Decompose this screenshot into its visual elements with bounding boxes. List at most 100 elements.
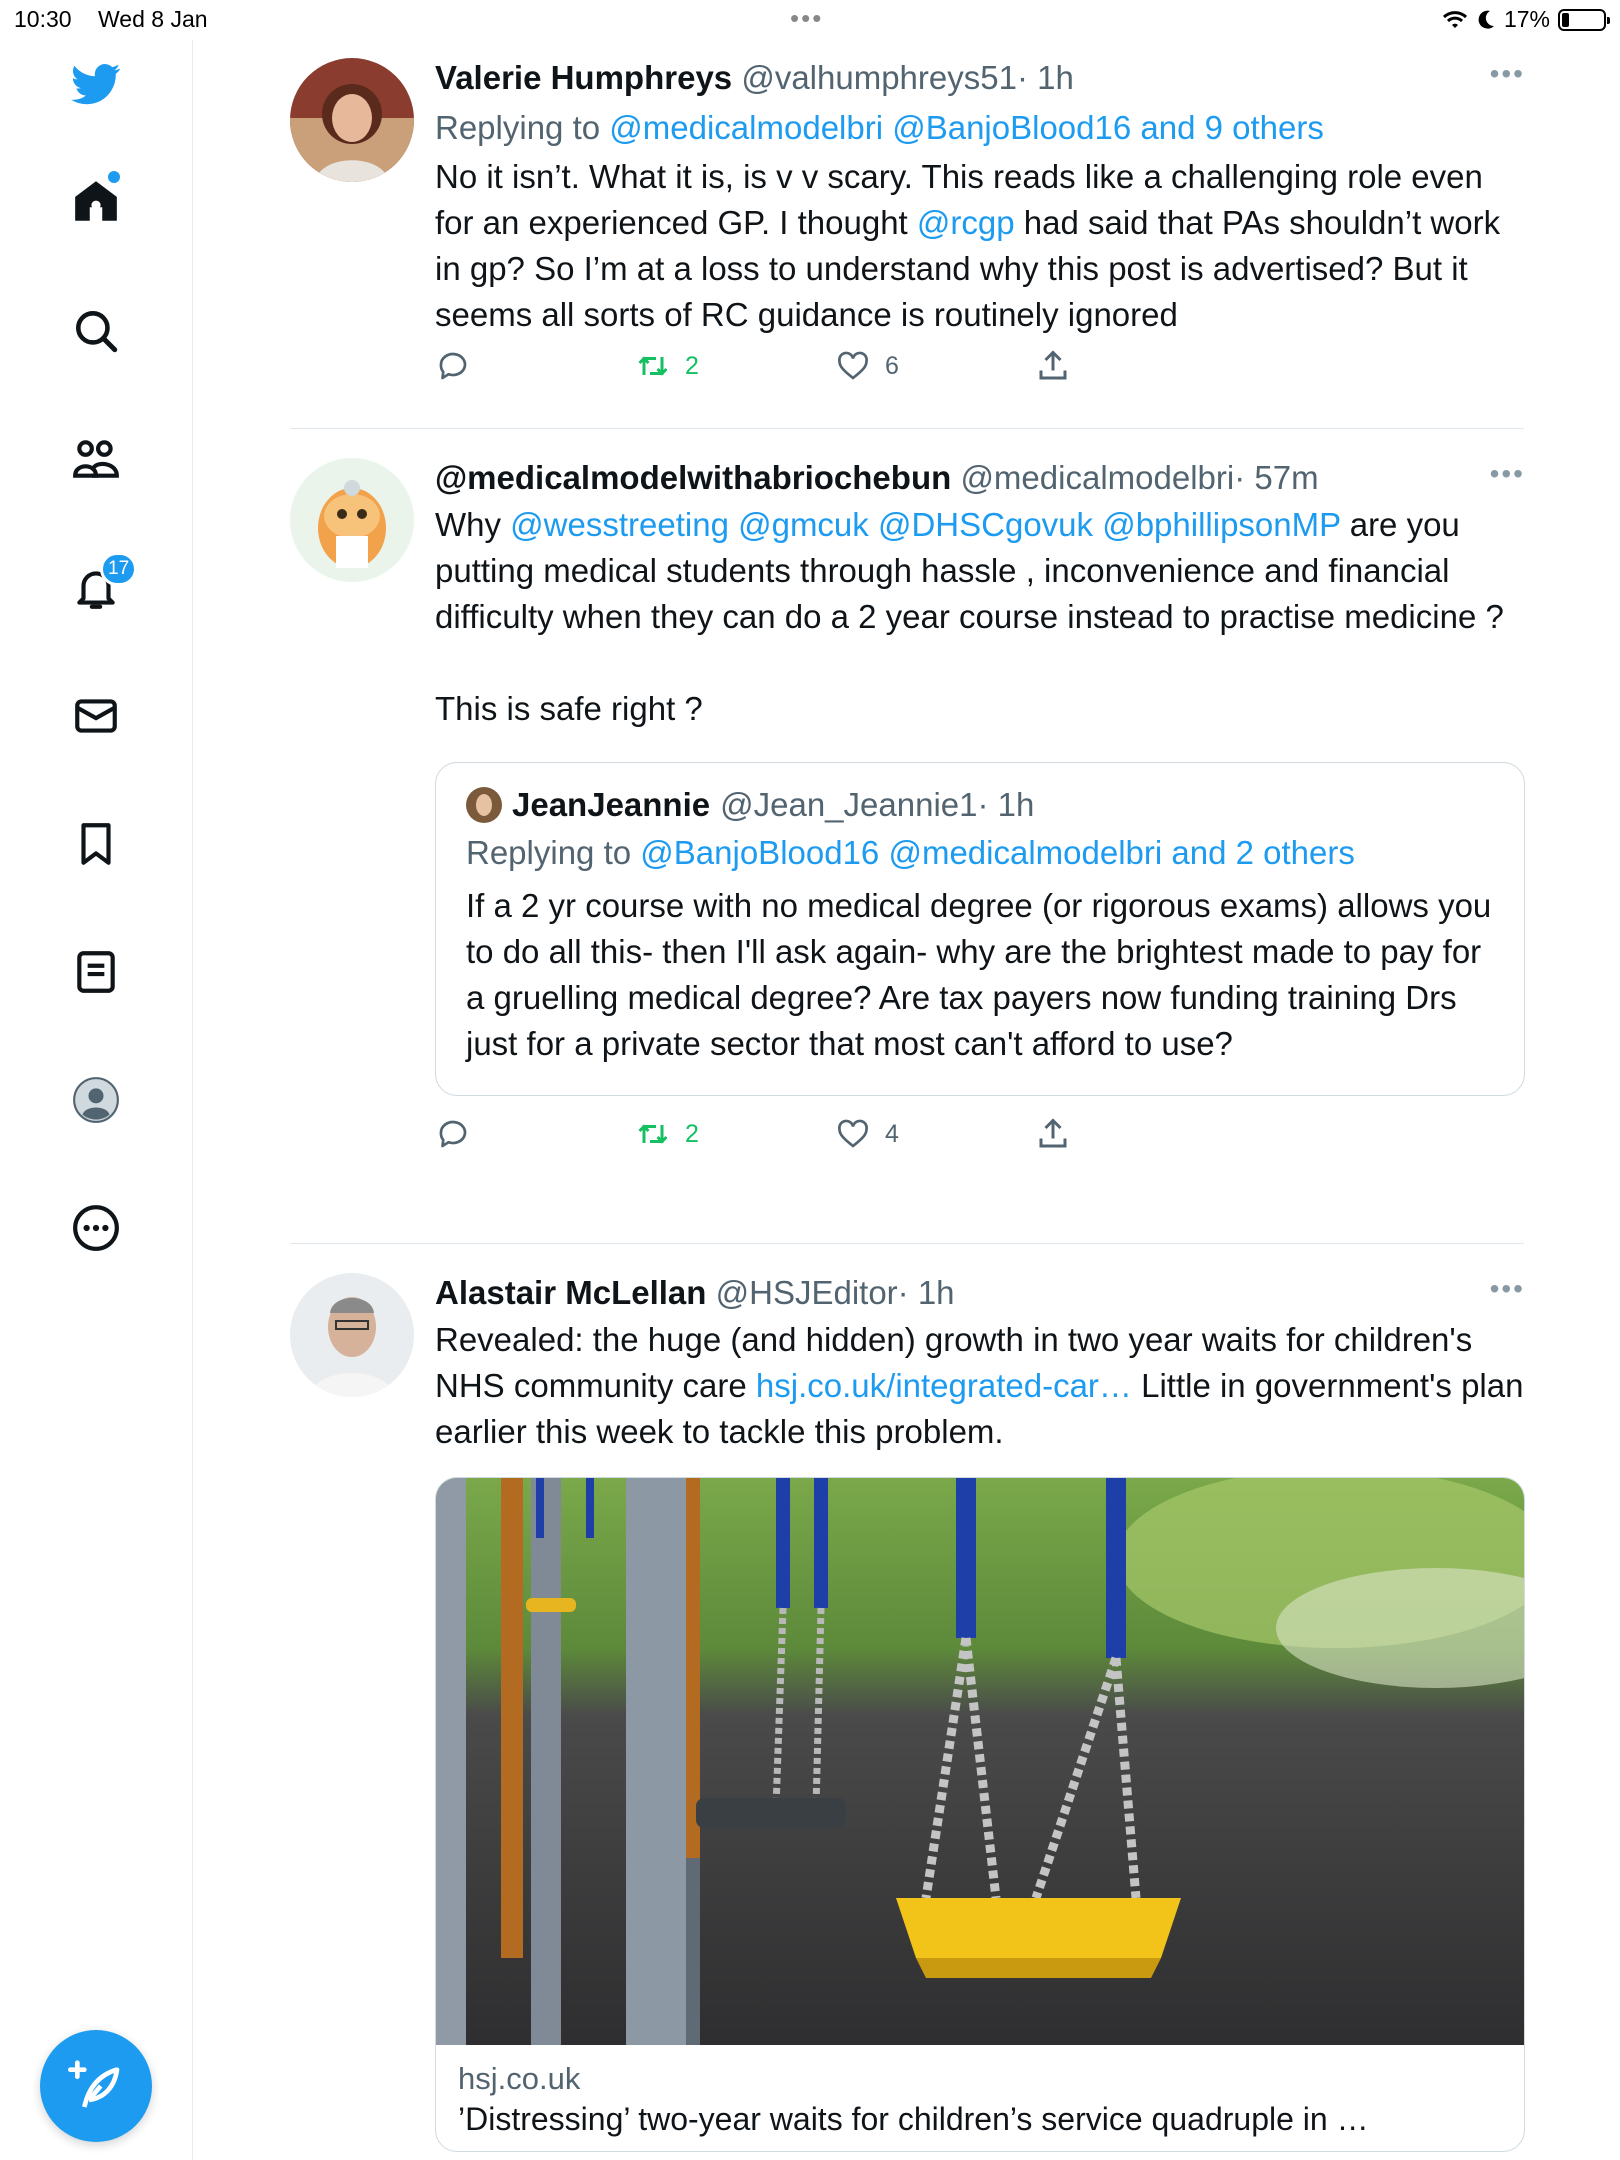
quote-handle-text: @Jean_Jeannie1 — [720, 786, 978, 823]
heart-icon — [838, 351, 868, 380]
multitasking-dots[interactable]: ••• — [790, 5, 823, 31]
tweet-text: Revealed: the huge (and hidden) growth i… — [435, 1317, 1525, 1455]
mention-links[interactable]: @wesstreeting @gmcuk @DHSCgovuk @bphilli… — [510, 506, 1340, 543]
reply-icon — [439, 352, 467, 380]
profile-avatar-icon — [73, 1077, 119, 1123]
sidebar-item-notifications[interactable]: 17 — [60, 552, 138, 624]
status-date: Wed 8 Jan — [98, 6, 208, 32]
sidebar-item-bookmarks[interactable] — [60, 808, 132, 880]
reply-icon — [439, 1120, 467, 1148]
divider — [290, 428, 1524, 429]
quote-avatar — [466, 787, 502, 823]
link-card[interactable]: hsj.co.uk ’Distressing’ two-year waits f… — [435, 1477, 1525, 2152]
status-indicators: 17% — [1442, 6, 1610, 33]
divider — [290, 1243, 1524, 1244]
user-handle[interactable]: @valhumphreys51 — [741, 59, 1017, 96]
twitter-logo-icon[interactable] — [60, 48, 132, 120]
status-bar: 10:30 Wed 8 Jan ••• 17% — [0, 0, 1620, 40]
quote-user-name: JeanJeannie — [512, 786, 711, 823]
sidebar-item-more[interactable] — [60, 1192, 132, 1264]
tweet-content: @medicalmodelwithabriochebun @medicalmod… — [435, 458, 1525, 1166]
sidebar-item-home[interactable] — [60, 165, 132, 237]
article-link[interactable]: hsj.co.uk/integrated-car… — [756, 1367, 1132, 1404]
avatar[interactable] — [290, 458, 414, 582]
tweet-time[interactable]: · 1h — [898, 1274, 955, 1311]
envelope-icon — [75, 699, 117, 733]
user-handle[interactable]: @HSJEditor — [716, 1274, 898, 1311]
share-icon — [1039, 350, 1067, 380]
wifi-icon — [1442, 10, 1467, 28]
share-button[interactable] — [1035, 348, 1071, 384]
more-circle-icon — [73, 1205, 119, 1251]
sidebar-item-lists[interactable] — [60, 936, 132, 1008]
notifications-badge: 17 — [100, 552, 138, 586]
more-options-icon[interactable]: ••• — [1490, 1273, 1525, 1305]
tweet-time[interactable]: · 57m — [1234, 459, 1318, 496]
more-options-icon[interactable]: ••• — [1490, 458, 1525, 490]
retweet-count: 2 — [685, 351, 699, 380]
replying-links: @BanjoBlood16 @medicalmodelbri and 2 oth… — [640, 834, 1355, 871]
mention-link[interactable]: @rcgp — [917, 204, 1015, 241]
retweet-icon — [638, 356, 668, 376]
tweet-text-second: This is safe right ? — [435, 690, 703, 727]
replying-label: Replying to — [435, 109, 601, 146]
user-name[interactable]: Valerie Humphreys — [435, 59, 732, 96]
retweet-button[interactable]: 2 — [635, 1116, 699, 1152]
retweet-button[interactable]: 2 — [635, 348, 699, 384]
moon-icon — [1478, 10, 1494, 29]
user-name[interactable]: Alastair McLellan — [435, 1274, 706, 1311]
tweet-actions: 2 6 — [435, 348, 1525, 398]
tweet-content: Valerie Humphreys @valhumphreys51· 1h ••… — [435, 58, 1525, 398]
tweet-header: @medicalmodelwithabriochebun @medicalmod… — [435, 458, 1525, 498]
like-count: 6 — [885, 351, 899, 380]
quote-replying-to: Replying to @BanjoBlood16 @medicalmodelb… — [466, 833, 1494, 873]
compose-feather-icon — [68, 2060, 120, 2108]
tweet-actions: 2 4 — [435, 1116, 1525, 1166]
tweet-header: Valerie Humphreys @valhumphreys51· 1h — [435, 58, 1525, 98]
share-icon — [1039, 1118, 1067, 1148]
avatar[interactable] — [290, 1273, 414, 1397]
like-button[interactable]: 4 — [835, 1116, 899, 1152]
tweet-content: Alastair McLellan @HSJEditor· 1h ••• Rev… — [435, 1273, 1525, 2152]
reply-button[interactable] — [435, 1116, 471, 1152]
tweet-text: Why @wesstreeting @gmcuk @DHSCgovuk @bph… — [435, 502, 1525, 640]
replying-links[interactable]: @medicalmodelbri @BanjoBlood16 and 9 oth… — [609, 109, 1324, 146]
battery-percent: 17% — [1503, 6, 1550, 32]
communities-icon — [73, 440, 119, 478]
retweet-icon — [638, 1124, 668, 1144]
sidebar-item-explore[interactable] — [60, 295, 132, 367]
sidebar-item-messages[interactable] — [60, 680, 132, 752]
status-time: 10:30 — [14, 6, 72, 32]
replying-to: Replying to @medicalmodelbri @BanjoBlood… — [435, 108, 1525, 148]
replying-label: Replying to — [466, 834, 632, 871]
tweet-time[interactable]: · 1h — [1017, 59, 1074, 96]
tweet-text-part: Why — [435, 506, 511, 543]
card-domain: hsj.co.uk — [458, 2061, 581, 2096]
tweet-header: Alastair McLellan @HSJEditor· 1h — [435, 1273, 1525, 1313]
quote-tweet[interactable]: JeanJeannie @Jean_Jeannie1· 1h Replying … — [435, 762, 1525, 1096]
user-handle[interactable]: @medicalmodelbri — [960, 459, 1234, 496]
card-meta: hsj.co.uk ’Distressing’ two-year waits f… — [436, 2045, 1524, 2151]
quote-user-handle: @Jean_Jeannie1· 1h — [720, 783, 1034, 827]
tweet-text: No it isn’t. What it is, is v v scary. T… — [435, 154, 1525, 338]
like-button[interactable]: 6 — [835, 348, 899, 384]
compose-tweet-button[interactable] — [40, 2030, 152, 2142]
swings-image — [436, 1478, 1524, 2045]
bookmark-icon — [81, 823, 111, 865]
search-icon — [76, 311, 118, 353]
share-button[interactable] — [1035, 1116, 1071, 1152]
heart-icon — [838, 1119, 868, 1148]
more-options-icon[interactable]: ••• — [1490, 58, 1525, 90]
sidebar-item-profile[interactable] — [60, 1064, 132, 1136]
like-count: 4 — [885, 1119, 899, 1148]
reply-button[interactable] — [435, 348, 471, 384]
home-unread-dot — [108, 171, 120, 183]
battery-icon — [1558, 8, 1610, 31]
home-icon — [75, 181, 117, 221]
card-title: ’Distressing’ two-year waits for childre… — [458, 2101, 1369, 2137]
user-name[interactable]: @medicalmodelwithabriochebun — [435, 459, 951, 496]
quote-time: · 1h — [977, 786, 1035, 823]
quote-text: If a 2 yr course with no medical degree … — [466, 887, 1492, 1062]
avatar[interactable] — [290, 58, 414, 182]
sidebar-item-communities[interactable] — [60, 423, 132, 495]
